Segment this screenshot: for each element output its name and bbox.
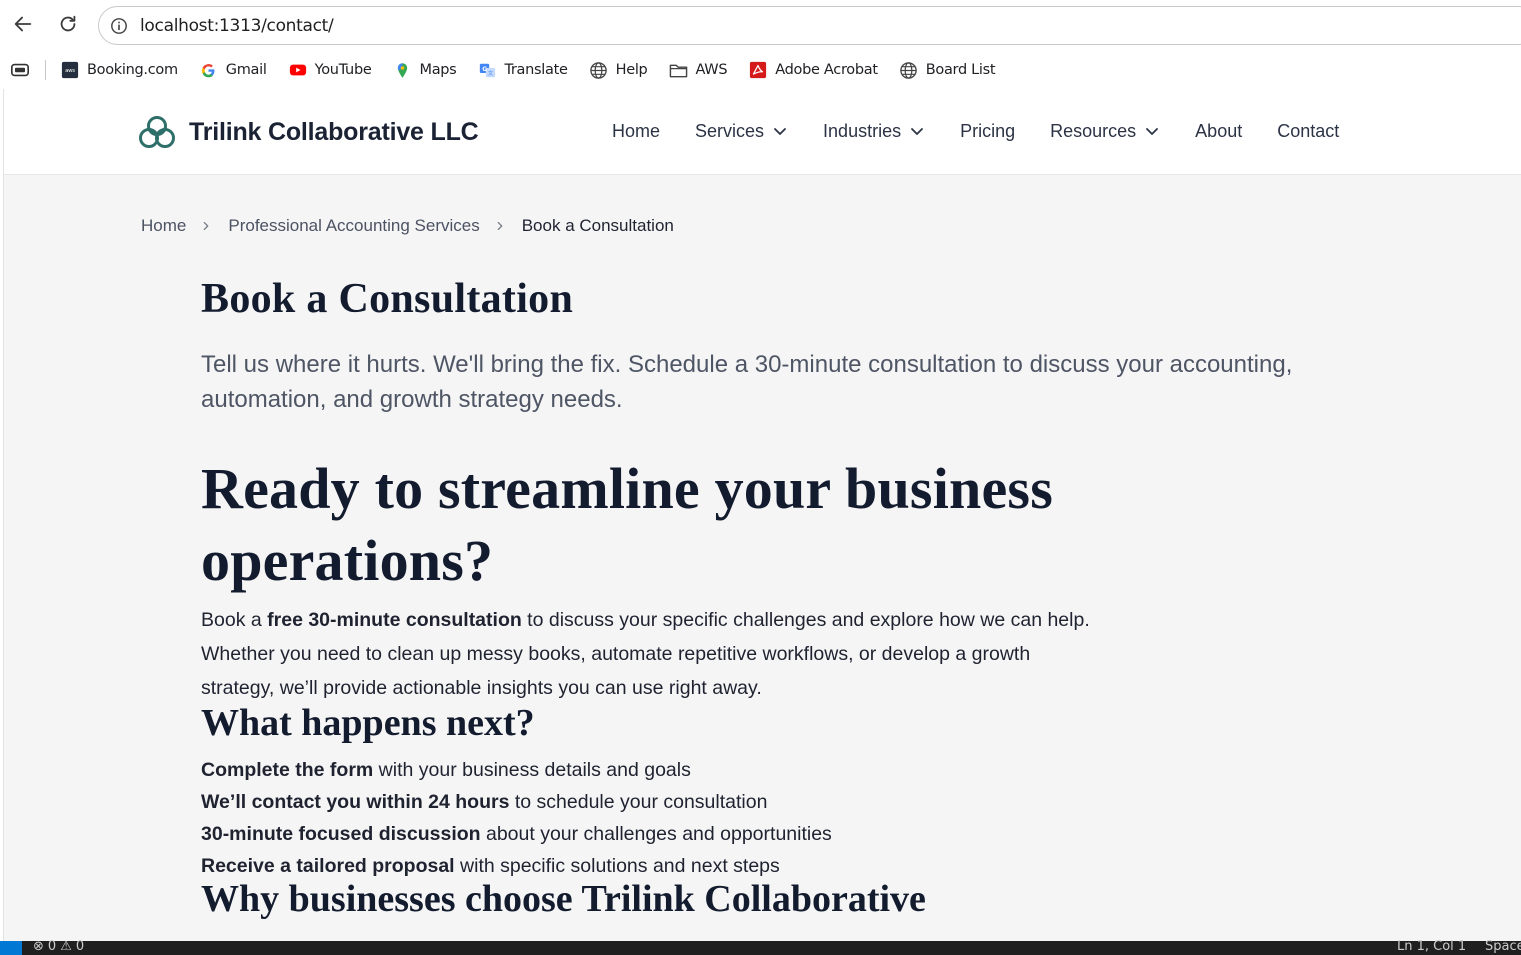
next-steps-heading: What happens next? [201,702,535,744]
nav-pricing[interactable]: Pricing [960,119,1015,143]
trilink-logo-icon [139,116,175,148]
browser-toolbar: localhost:1313/contact/ [0,0,1521,52]
site-info-icon[interactable] [108,15,130,37]
bookmark-booking[interactable]: aws Booking.com [60,60,178,80]
page-lead: Tell us where it hurts. We'll bring the … [201,351,1293,413]
tab-search-icon[interactable] [9,59,31,81]
bookmark-adobe-acrobat[interactable]: Adobe Acrobat [748,60,878,80]
bookmark-board-list[interactable]: Board List [899,60,996,80]
why-heading: Why businesses choose Trilink Collaborat… [201,878,926,920]
nav-services[interactable]: Services [695,119,788,143]
nav-contact[interactable]: Contact [1277,119,1339,143]
problems-indicator[interactable]: ⊗ 0 ⚠ 0 [33,939,84,954]
bookmarks-bar: aws Booking.com Gmail YouTube Maps G文 Tr… [0,52,1521,88]
intro-paragraph: Book a free 30-minute consultation to di… [201,609,1090,699]
error-icon: ⊗ [33,939,44,954]
list-item: Complete the form with your business det… [201,759,691,781]
chevron-down-icon [774,128,786,135]
breadcrumb-home[interactable]: Home [141,216,186,236]
list-item: We’ll contact you within 24 hours to sch… [201,791,768,813]
nav-about[interactable]: About [1195,119,1242,143]
remote-indicator[interactable] [0,941,22,955]
url-text[interactable]: localhost:1313/contact/ [140,16,334,36]
folder-icon [668,60,688,80]
section-heading: Ready to streamline your business operat… [201,456,1053,593]
globe-icon [589,60,609,80]
booking-icon: aws [60,60,80,80]
breadcrumb-accounting-services[interactable]: Professional Accounting Services [228,216,479,236]
brand-name: Trilink Collaborative LLC [189,117,479,146]
globe-icon [899,60,919,80]
nav-industries[interactable]: Industries [823,119,925,143]
svg-text:文: 文 [488,70,493,77]
bookmark-help[interactable]: Help [589,60,648,80]
list-item: 30-minute focused discussion about your … [201,823,832,845]
translate-icon: G文 [477,60,497,80]
bookmark-gmail[interactable]: Gmail [199,60,267,80]
status-bar: ⊗0 ⚠0 Ln 1, Col 1 Spaces [0,939,1521,955]
main-nav: Home Services Industries Pricing Resourc… [612,119,1339,143]
acrobat-icon [748,60,768,80]
svg-text:G: G [482,65,487,72]
bookmark-translate[interactable]: G文 Translate [477,60,568,80]
brand-logo[interactable]: Trilink Collaborative LLC [139,115,479,149]
next-steps-list: Complete the form with your business det… [201,754,832,882]
reload-icon[interactable] [54,10,82,38]
warning-icon: ⚠ [60,939,72,954]
breadcrumb: Home Professional Accounting Services Bo… [141,216,674,236]
bookmark-maps[interactable]: Maps [392,60,457,80]
google-icon [199,60,219,80]
bookmarks-divider [45,60,46,80]
nav-home[interactable]: Home [612,119,660,143]
page-title: Book a Consultation [201,276,574,322]
maps-pin-icon [392,60,412,80]
breadcrumb-current: Book a Consultation [521,216,674,235]
nav-resources[interactable]: Resources [1050,119,1160,143]
back-icon[interactable] [9,10,37,38]
site-header: Trilink Collaborative LLC Home Services … [4,89,1521,175]
cursor-position[interactable]: Ln 1, Col 1 [1397,939,1466,954]
chevron-right-icon [200,219,214,233]
bookmark-aws[interactable]: AWS [668,60,728,80]
youtube-icon [288,60,308,80]
chevron-down-icon [911,128,923,135]
web-page: Trilink Collaborative LLC Home Services … [3,89,1521,941]
svg-text:aws: aws [65,68,75,74]
chevron-down-icon [1146,128,1159,135]
chevron-right-icon [494,219,508,233]
address-bar[interactable]: localhost:1313/contact/ [98,6,1521,45]
bookmark-youtube[interactable]: YouTube [288,60,372,80]
indentation-setting[interactable]: Spaces [1485,939,1521,954]
